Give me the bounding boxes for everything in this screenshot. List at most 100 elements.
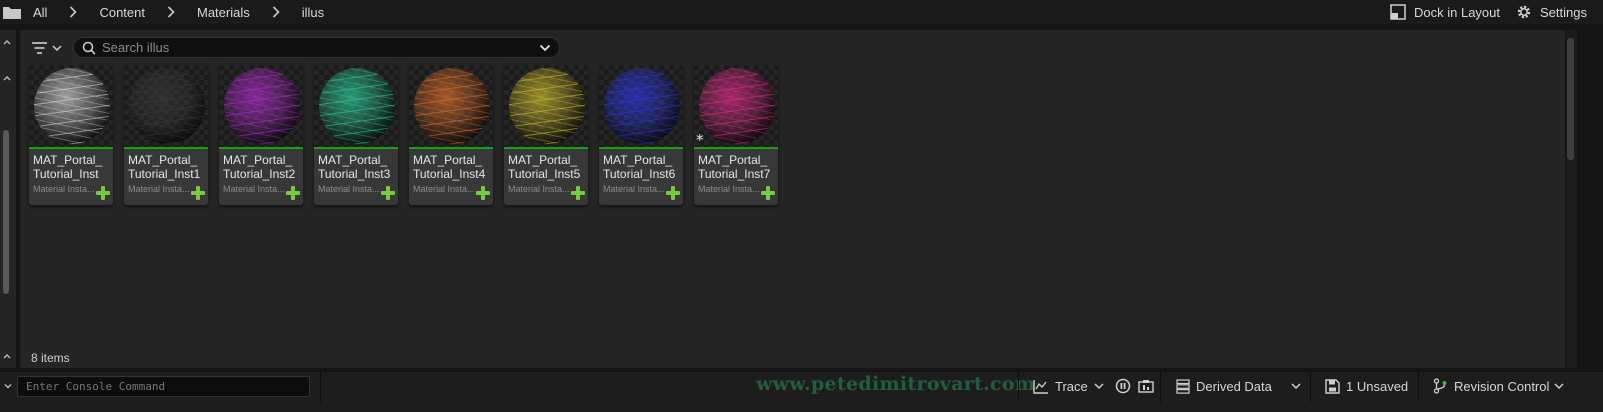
- asset-name: MAT_Portal_ Tutorial_Inst4: [413, 153, 486, 181]
- material-sphere-preview: [414, 68, 490, 144]
- dock-in-layout-label: Dock in Layout: [1414, 4, 1501, 20]
- asset-name: MAT_Portal_ Tutorial_Inst5: [508, 153, 581, 181]
- sources-scrollbar[interactable]: [3, 130, 9, 294]
- asset-type: Material Insta...: [318, 184, 380, 194]
- asset-tile[interactable]: MAT_Portal_ Tutorial_Inst Material Insta.…: [29, 65, 113, 205]
- asset-name: MAT_Portal_ Tutorial_Inst2: [223, 153, 296, 181]
- trace-icon: [1033, 379, 1048, 394]
- asset-type-color-bar: [504, 147, 588, 149]
- divider: [1310, 372, 1311, 402]
- derived-data-label: Derived Data: [1196, 378, 1272, 394]
- asset-name: MAT_Portal_ Tutorial_Inst7: [698, 153, 771, 181]
- asset-type-color-bar: [409, 147, 493, 149]
- chevron-down-icon: [1094, 383, 1104, 390]
- asset-type-color-bar: [599, 147, 683, 149]
- asset-tile[interactable]: MAT_Portal_ Tutorial_Inst1 Material Insta…: [124, 65, 208, 205]
- material-sphere-preview: [129, 68, 205, 144]
- breadcrumb-item-all[interactable]: All: [31, 5, 49, 20]
- derived-data-button[interactable]: Derived Data: [1176, 376, 1302, 396]
- content-browser: All Content Materials illus Dock in Layo…: [0, 0, 1603, 412]
- asset-thumbnail: [124, 65, 208, 147]
- search-box: [73, 37, 560, 58]
- dock-icon: [1390, 4, 1406, 20]
- asset-name: MAT_Portal_ Tutorial_Inst1: [128, 153, 201, 181]
- asset-type: Material Insta...: [33, 184, 95, 194]
- asset-tile[interactable]: MAT_Portal_ Tutorial_Inst4 Material Insta…: [409, 65, 493, 205]
- material-sphere-preview: [34, 68, 110, 144]
- asset-type: Material Insta...: [223, 184, 285, 194]
- asset-tile[interactable]: MAT_Portal_ Tutorial_Inst6 Material Insta…: [599, 65, 683, 205]
- breadcrumb-item-illus[interactable]: illus: [300, 5, 326, 20]
- asset-name: MAT_Portal_ Tutorial_Inst3: [318, 153, 391, 181]
- breadcrumb-item-materials[interactable]: Materials: [195, 5, 252, 20]
- plus-icon: [666, 186, 680, 200]
- trace-label: Trace: [1055, 378, 1088, 394]
- asset-type-color-bar: [29, 147, 113, 149]
- unsaved-button[interactable]: 1 Unsaved: [1325, 376, 1408, 396]
- asset-type: Material Insta...: [508, 184, 570, 194]
- asset-tile[interactable]: * MAT_Portal_ Tutorial_Inst7 Material Inst…: [694, 65, 778, 205]
- asset-type-color-bar: [219, 147, 303, 149]
- camera-icon: [1138, 380, 1154, 393]
- settings-button[interactable]: Settings: [1516, 4, 1587, 20]
- chevron-down-icon[interactable]: [539, 43, 551, 53]
- filter-button[interactable]: [30, 39, 66, 57]
- revision-control-label: Revision Control: [1454, 378, 1550, 394]
- plus-icon: [381, 186, 395, 200]
- server-icon: [1176, 378, 1190, 394]
- asset-thumbnail: [504, 65, 588, 147]
- gear-icon: [1517, 5, 1531, 19]
- asset-thumbnail: [409, 65, 493, 147]
- chevron-right-icon[interactable]: [161, 0, 181, 24]
- material-sphere-preview: [224, 68, 300, 144]
- chevron-down-icon[interactable]: [3, 381, 13, 391]
- plus-icon: [286, 186, 300, 200]
- material-sphere-preview: [319, 68, 395, 144]
- asset-thumbnail: [29, 65, 113, 147]
- chevron-right-icon[interactable]: [266, 0, 286, 24]
- chevron-up-icon[interactable]: [2, 38, 12, 48]
- live-coding-button[interactable]: [1115, 376, 1137, 396]
- record-icon: [1115, 378, 1131, 394]
- asset-scrollbar[interactable]: [1567, 38, 1574, 160]
- breadcrumb: All Content Materials illus: [0, 0, 326, 24]
- search-icon: [82, 41, 96, 55]
- chevron-up-icon[interactable]: [2, 74, 12, 84]
- breadcrumb-bar: All Content Materials illus Dock in Layo…: [0, 0, 1603, 24]
- asset-thumbnail: [314, 65, 398, 147]
- item-count: 8 items: [31, 351, 70, 365]
- asset-type-color-bar: [314, 147, 398, 149]
- asset-name: MAT_Portal_ Tutorial_Inst: [33, 153, 103, 181]
- trace-button[interactable]: Trace: [1033, 376, 1105, 396]
- revision-control-button[interactable]: Revision Control: [1433, 376, 1565, 396]
- console-command-input[interactable]: [18, 377, 309, 396]
- chevron-right-icon[interactable]: [63, 0, 83, 24]
- asset-type: Material Insta...: [698, 184, 760, 194]
- asset-tile[interactable]: MAT_Portal_ Tutorial_Inst2 Material Insta…: [219, 65, 303, 205]
- topbar-actions: Dock in Layout Settings: [1390, 0, 1603, 24]
- unsaved-label: 1 Unsaved: [1346, 378, 1409, 394]
- chevron-up-icon[interactable]: [2, 352, 12, 362]
- asset-name: MAT_Portal_ Tutorial_Inst6: [603, 153, 676, 181]
- plus-icon: [761, 186, 775, 200]
- asset-type: Material Insta...: [603, 184, 665, 194]
- plus-icon: [191, 186, 205, 200]
- asset-tile[interactable]: MAT_Portal_ Tutorial_Inst3 Material Insta…: [314, 65, 398, 205]
- divider: [1418, 372, 1419, 402]
- folder-icon[interactable]: [3, 6, 21, 19]
- dock-in-layout-button[interactable]: Dock in Layout: [1390, 4, 1500, 20]
- settings-label: Settings: [1540, 4, 1587, 20]
- material-sphere-preview: [604, 68, 680, 144]
- watermark-text: www.petedimitrovart.com: [756, 373, 1036, 395]
- screenshot-button[interactable]: [1138, 376, 1160, 396]
- asset-type: Material Insta...: [128, 184, 190, 194]
- breadcrumb-item-content[interactable]: Content: [97, 5, 147, 20]
- save-icon: [1325, 378, 1340, 394]
- asset-type-color-bar: [694, 147, 778, 149]
- asset-tile[interactable]: MAT_Portal_ Tutorial_Inst5 Material Insta…: [504, 65, 588, 205]
- asset-thumbnail: *: [694, 65, 778, 148]
- plus-icon: [571, 186, 585, 200]
- divider: [320, 372, 321, 402]
- search-input[interactable]: [102, 40, 539, 55]
- chevron-down-icon: [1554, 383, 1564, 390]
